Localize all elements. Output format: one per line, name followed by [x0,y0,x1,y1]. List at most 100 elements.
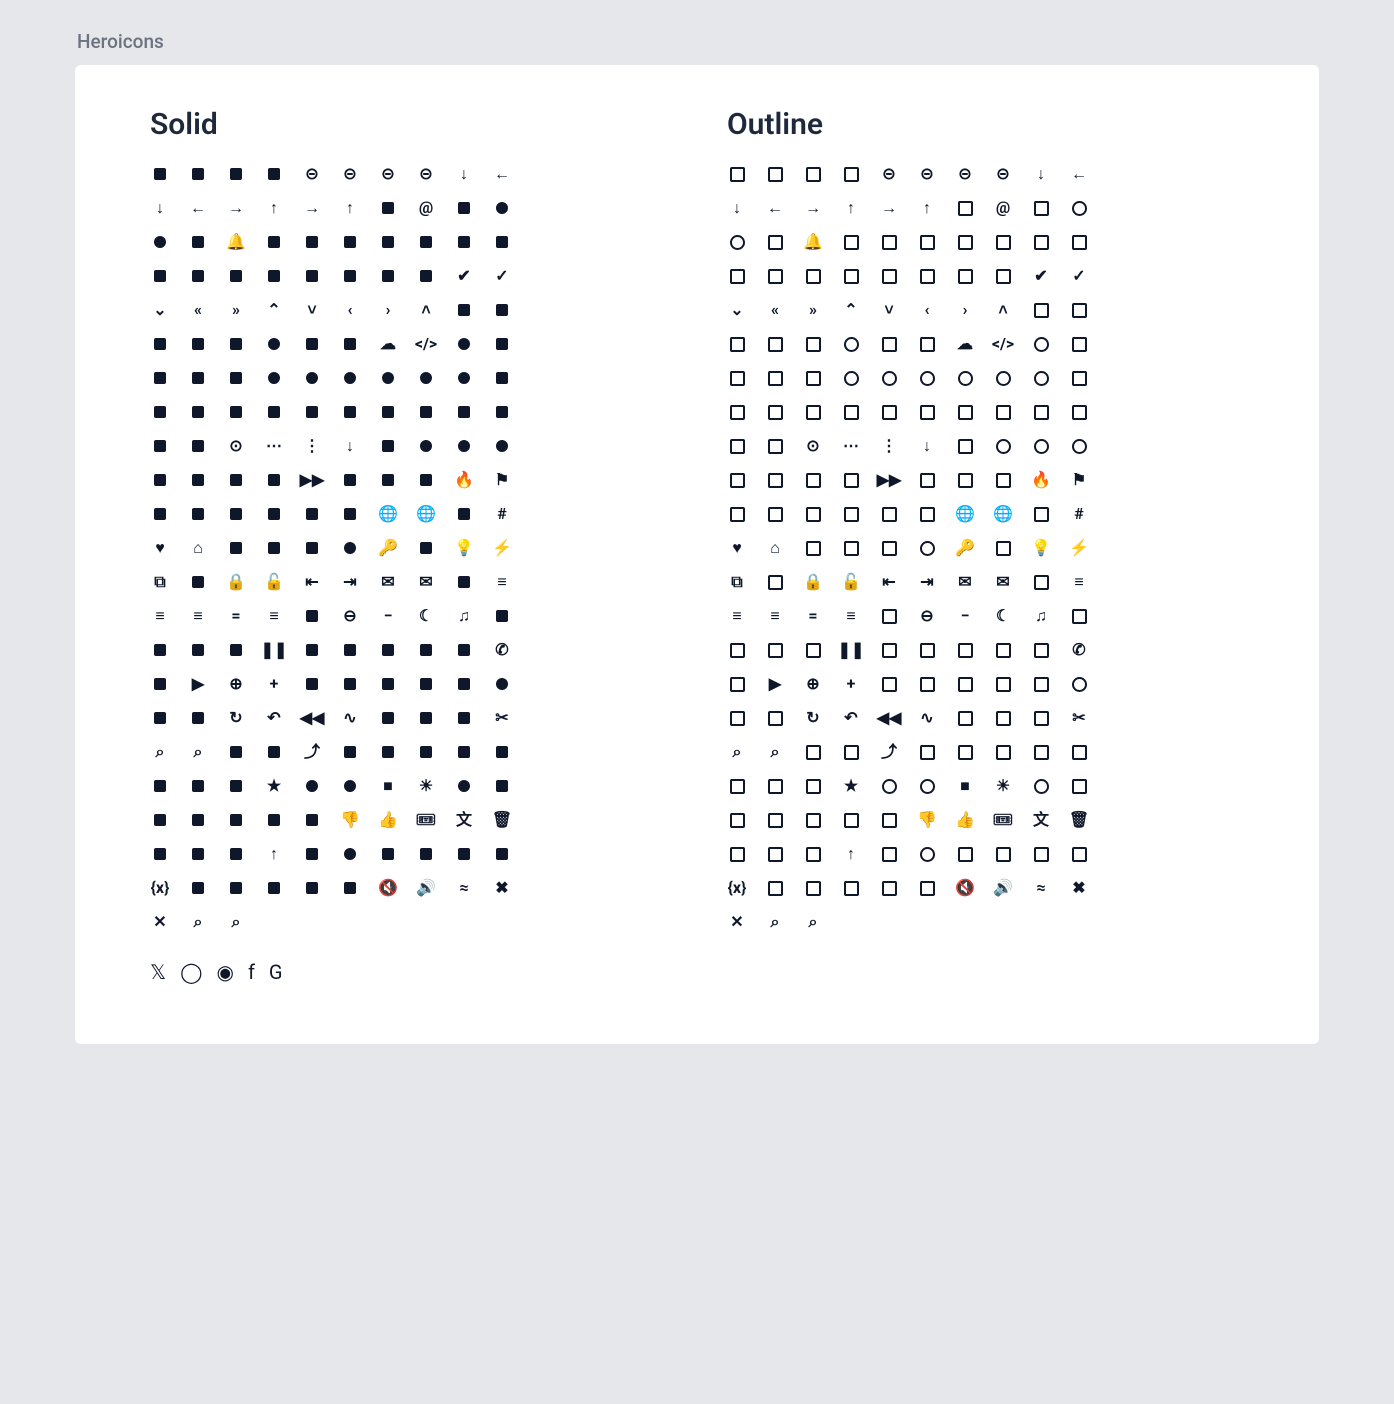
icon-row [727,402,1244,422]
folder-remove-icon [264,504,284,524]
adjustments-icon [765,164,785,184]
presentation-chart-bar-icon [302,674,322,694]
office-building-icon [727,640,747,660]
cube-icon [226,368,246,388]
home-icon: ⌂ [765,538,785,558]
ticket-icon: 🎟 [416,810,436,830]
upload-icon: ↑ [841,844,861,864]
support-icon [454,776,474,796]
clipboard-check-icon [1069,300,1089,320]
video-camera-icon [765,878,785,898]
menu-alt-3-icon: ≡ [188,606,208,626]
icon-row: ⧉🔒🔓⇤⇥✉✉≡ [150,572,667,592]
speakerphone-icon [226,776,246,796]
currency-dollar-icon [879,368,899,388]
arrow-narrow-up-icon: ↑ [841,198,861,218]
chart-bar-icon [226,266,246,286]
github-icon: ◯ [180,960,202,984]
save-as-icon [378,708,398,728]
shield-exclamation-icon [955,742,975,762]
arrow-narrow-right-icon: → [803,198,823,218]
google-icon: G [269,960,283,984]
table-icon [188,810,208,830]
bell-icon: 🔔 [803,232,823,252]
phone-incoming-icon [955,640,975,660]
arrow-narrow-down-icon: ↓ [150,198,170,218]
chat-alt-icon [378,266,398,286]
solid-section: Solid ⊝⊝⊝⊝↓←↓←→↑→↑@🔔✔✓⌄«»⌃˅‹›˄☁</>⊙⋯⋮↓▶▶… [150,107,667,984]
minus-sm-icon: − [378,606,398,626]
chart-square-bar-icon [879,266,899,286]
cake-icon [416,232,436,252]
x-circle-icon: ✖ [1069,878,1089,898]
heading-outline: Outline [727,107,1244,142]
dots-circle-horizontal-icon: ⊙ [226,436,246,456]
device-mobile-icon [226,402,246,422]
paper-clip-icon [803,640,823,660]
icon-row: ↑ [727,844,1244,864]
cog-icon [1031,334,1051,354]
chevron-up-icon: ˄ [416,300,436,320]
key-icon: 🔑 [955,538,975,558]
view-grid-add-icon [264,878,284,898]
view-grid-icon [879,878,899,898]
location-marker-icon [765,572,785,592]
information-circle-icon [340,538,360,558]
inbox-in-icon [264,538,284,558]
external-link-icon [765,470,785,490]
location-marker-icon [188,572,208,592]
pencil-alt-icon [879,640,899,660]
icon-row: ▶▶🔥⚑ [150,470,667,490]
zoom-out-icon: ⌕ [226,912,246,932]
globe-alt-icon: 🌐 [955,504,975,524]
finger-print-icon [416,470,436,490]
icon-row: ☁</> [150,334,667,354]
question-mark-circle-icon [1069,674,1089,694]
arrow-narrow-up-icon: ↑ [264,198,284,218]
eye-off-icon [803,470,823,490]
icon-row: 🔔 [150,232,667,252]
arrow-left-icon: ← [492,164,512,184]
film-icon [917,470,937,490]
icon-row: ⌕⌕⤴ [150,742,667,762]
terminal-icon [302,810,322,830]
gift-icon [917,504,937,524]
exclamation-circle-icon [492,436,512,456]
identification-icon [803,538,823,558]
minus-sm-icon: − [955,606,975,626]
flag-icon: ⚑ [492,470,512,490]
credit-card-icon [727,368,747,388]
table-icon [765,810,785,830]
phone-outgoing-icon [454,640,474,660]
icon-row: ☁</> [727,334,1244,354]
hand-icon [454,504,474,524]
archive-icon [841,164,861,184]
volume-off-icon: 🔇 [955,878,975,898]
trending-down-icon [150,844,170,864]
clipboard-icon [226,334,246,354]
arrow-right-icon: → [879,198,899,218]
document-report-icon [1031,402,1051,422]
inbox-icon [879,538,899,558]
chevron-double-up-icon: ⌃ [264,300,284,320]
chip-icon [454,300,474,320]
document-text-icon [150,436,170,456]
light-bulb-icon: 💡 [1031,538,1051,558]
lock-closed-icon: 🔒 [226,572,246,592]
chevron-down-icon: ˅ [302,300,322,320]
newspaper-icon [492,606,512,626]
beaker-icon [188,232,208,252]
academic-cap-icon [150,164,170,184]
annotation-icon [803,164,823,184]
duplicate-icon [378,436,398,456]
stop-icon: ■ [378,776,398,796]
clock-icon [264,334,284,354]
icon-row: ✔✓ [727,266,1244,286]
at-symbol-icon: @ [416,198,436,218]
phone-outgoing-icon [1031,640,1051,660]
lock-open-icon: 🔓 [841,572,861,592]
download-icon: ↓ [917,436,937,456]
view-grid-add-icon [841,878,861,898]
logout-icon: ⇥ [917,572,937,592]
inbox-icon [302,538,322,558]
